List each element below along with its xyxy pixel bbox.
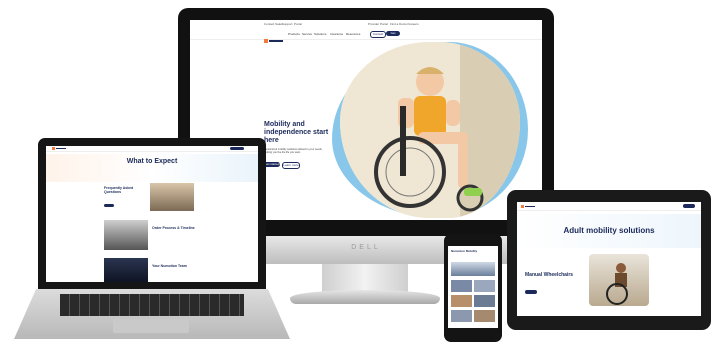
contact-button[interactable]: Contact — [370, 31, 386, 38]
tablet-navbar — [517, 202, 701, 211]
faq-title: Frequently Asked Questions — [104, 186, 134, 194]
laptop-keyboard — [60, 294, 244, 316]
phone-grid-photo — [451, 295, 472, 307]
topbar-link[interactable]: Provider Portal — [368, 22, 388, 26]
phone-grid-photo — [451, 310, 472, 322]
faq-photo — [150, 183, 194, 211]
tablet-photo-wheelchair-user — [589, 254, 649, 306]
team-photo — [104, 258, 148, 282]
get-started-button[interactable]: Get started — [386, 31, 400, 40]
team-title: Your Numotion Team — [152, 264, 187, 268]
hero-subtitle: Customized mobility solutions tailored t… — [264, 148, 323, 154]
monitor-topbar: Contact Sales Support Portal Provider Po… — [190, 20, 542, 28]
phone-grid-photo — [474, 280, 495, 292]
nav-item[interactable]: Insurance — [330, 32, 343, 36]
hero-primary-button[interactable]: Get started — [264, 162, 280, 167]
hero-title: Mobility and independence start here — [264, 121, 329, 144]
tablet-heading: Adult mobility solutions — [563, 226, 655, 235]
laptop-nav-button[interactable] — [230, 147, 244, 150]
topbar-link[interactable]: Support — [282, 22, 293, 26]
nav-item[interactable]: Resources — [346, 32, 360, 36]
phone-heading: Numotion Mobility — [451, 249, 478, 253]
laptop-trackpad — [113, 319, 189, 333]
nav-item[interactable]: Products — [288, 32, 300, 36]
tablet-screen: Adult mobility solutions Manual Wheelcha… — [517, 202, 701, 316]
laptop-screen: What to Expect Frequently Asked Question… — [46, 146, 258, 282]
phone-grid-photo — [474, 295, 495, 307]
brand-logo[interactable] — [264, 31, 284, 43]
faq-button[interactable] — [104, 204, 114, 207]
order-photo — [104, 220, 148, 250]
topbar-link[interactable]: Find a Doctor — [390, 22, 408, 26]
nav-item[interactable]: Service — [302, 32, 312, 36]
monitor-navbar: Products Service Solutions Insurance Res… — [190, 29, 542, 43]
topbar-link[interactable]: Careers — [408, 22, 419, 26]
monitor-brand-logo: DELL — [351, 244, 381, 251]
phone-grid-photo — [451, 280, 472, 292]
monitor-stand-neck — [322, 264, 408, 292]
nav-item[interactable]: Solutions — [314, 32, 326, 36]
laptop-heading: What to Expect — [126, 158, 178, 165]
tablet-nav-button[interactable] — [683, 204, 695, 208]
phone-grid-photo — [474, 310, 495, 322]
manual-wheelchairs-title: Manual Wheelchairs — [525, 272, 574, 278]
monitor-stand-foot — [290, 290, 440, 304]
topbar-link[interactable]: Contact Sales — [264, 22, 283, 26]
manual-wheelchairs-button[interactable] — [525, 290, 537, 294]
hero-secondary-button[interactable]: Learn more — [282, 162, 300, 169]
phone-hero-photo — [451, 262, 495, 276]
laptop-navbar — [46, 146, 258, 152]
phone-screen: Numotion Mobility — [448, 246, 498, 328]
order-process-title: Order Process & Timeline — [152, 226, 195, 230]
topbar-link[interactable]: Portal — [294, 22, 302, 26]
